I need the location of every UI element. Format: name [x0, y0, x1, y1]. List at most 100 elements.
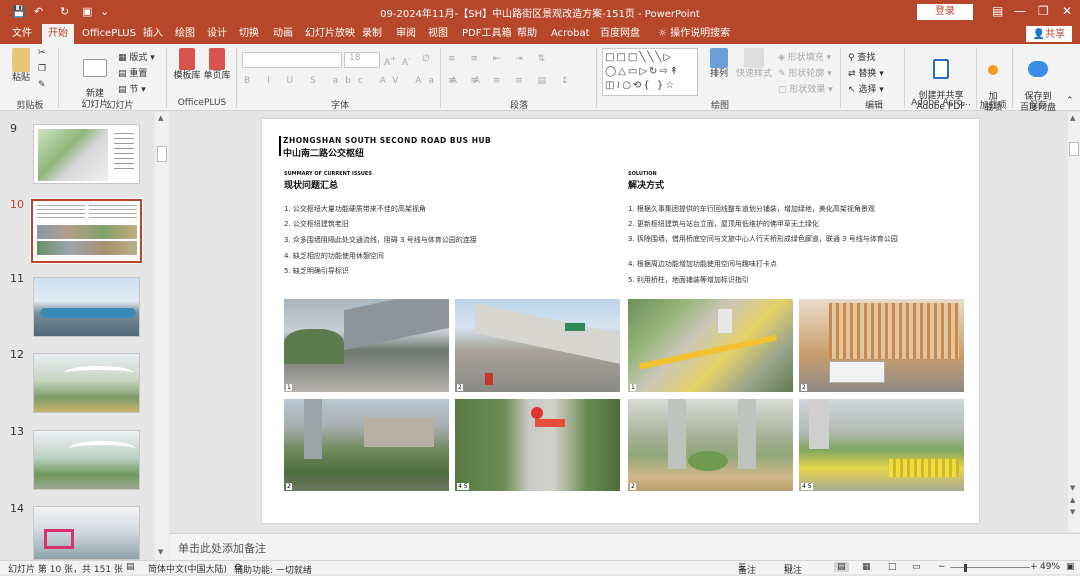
tab-slideshow[interactable]: 幻灯片放映	[299, 24, 361, 44]
tab-baidu[interactable]: 百度网盘	[594, 24, 646, 44]
slideshow-view-icon[interactable]: ▭	[912, 562, 921, 572]
reset-button[interactable]: ▤ 重置	[118, 66, 147, 79]
slide-thumb-14[interactable]	[33, 506, 140, 560]
photo-bus-hub-current[interactable]: 1	[284, 299, 449, 392]
slide-scrollbar[interactable]: ▲ ▼ ▲ ▼	[1068, 112, 1080, 532]
section-button[interactable]: ▤ 节 ▾	[118, 82, 146, 95]
photo-aerial-proposal[interactable]: 1	[628, 299, 793, 392]
scroll-down-icon[interactable]: ▼	[1070, 484, 1075, 492]
single-lib-button[interactable]: 单页库	[202, 48, 232, 82]
copy-icon[interactable]: ❐	[38, 64, 46, 74]
clipboard-group-label: 剪贴板	[16, 101, 44, 111]
officeplus-group-label: OfficePLUS	[177, 98, 227, 108]
slide-scroll-thumb[interactable]	[1069, 142, 1079, 156]
scroll-up-icon[interactable]: ▲	[1070, 114, 1075, 122]
next-slide-icon[interactable]: ▼	[1070, 508, 1075, 516]
zoom-slider[interactable]	[950, 567, 1030, 568]
ribbon-tabs: 文件 开始 OfficePLUS 插入 绘图 设计 切换 动画 幻灯片放映 录制…	[0, 24, 1080, 44]
zoom-level[interactable]: 49%	[1040, 562, 1060, 572]
tab-design[interactable]: 设计	[201, 24, 233, 44]
align-icons[interactable]: ≡ ≡ ≡ ≡ ▤ ↕	[448, 76, 575, 86]
title-bar: 💾 ↶ ↻ ▣ ⌄ 09-2024年11月-【SH】中山路街区景观改造方案-15…	[0, 0, 1080, 24]
ribbon-display-icon[interactable]: ▤	[992, 3, 1003, 19]
spell-check-icon[interactable]: ▤	[126, 562, 135, 572]
grow-font-icon[interactable]: A+	[384, 54, 396, 68]
quick-styles-button[interactable]: 快速样式	[734, 48, 774, 80]
font-name-input[interactable]	[242, 52, 342, 68]
zoom-in-icon[interactable]: +	[1030, 562, 1038, 572]
thumbnail-scroll-thumb[interactable]	[157, 146, 167, 162]
zoom-slider-handle[interactable]	[964, 564, 967, 572]
tell-me-search[interactable]: ☼ 操作说明搜索	[652, 24, 736, 44]
tab-animations[interactable]: 动画	[267, 24, 299, 44]
reading-view-icon[interactable]: □	[888, 562, 897, 572]
slide-thumb-11[interactable]	[33, 277, 140, 337]
drawing-group-label: 绘图	[710, 101, 729, 111]
shape-fill-button[interactable]: ◈ 形状填充 ▾	[778, 50, 831, 63]
tab-officeplus[interactable]: OfficePLUS	[76, 24, 142, 44]
list-indent-icons[interactable]: ≡ ≡ ⇤ ⇥ ⇅	[448, 54, 551, 64]
zoom-out-icon[interactable]: −	[938, 562, 946, 572]
slide-sorter-icon[interactable]: ▦	[862, 562, 871, 572]
photo-number: 1	[630, 384, 636, 391]
thumbnail-scrollbar[interactable]: ▲ ▼	[155, 112, 169, 560]
solution-item: 4. 根据周边功能增加功能使用空间与趣味打卡点	[628, 260, 777, 268]
tab-draw[interactable]: 绘图	[169, 24, 201, 44]
add-in-icon	[988, 65, 998, 75]
font-size-input[interactable]: 18	[344, 52, 380, 68]
minimize-icon[interactable]: —	[1014, 3, 1026, 19]
shapes-gallery[interactable]: □□□╲╲╲▷ ◯△▭▷↻⇨↟ ◫≀○⟲{ }☆	[602, 48, 698, 96]
normal-view-icon[interactable]: ▤	[834, 562, 849, 572]
photo-plaza-proposal[interactable]: 4 5	[799, 399, 964, 491]
slide-thumb-10[interactable]	[30, 198, 143, 264]
thumb-number: 9	[10, 122, 17, 135]
previous-slide-icon[interactable]: ▲	[1070, 496, 1075, 504]
tab-home[interactable]: 开始	[42, 24, 74, 44]
slide-thumb-9[interactable]	[33, 124, 140, 184]
tab-transitions[interactable]: 切换	[233, 24, 265, 44]
arrange-button[interactable]: 排列	[706, 48, 732, 80]
collapse-ribbon-icon[interactable]: ⌃	[1066, 96, 1074, 106]
layout-button[interactable]: ▦ 版式 ▾	[118, 50, 155, 63]
paste-button[interactable]: 粘贴	[6, 48, 36, 84]
fit-to-window-icon[interactable]: ▣	[1066, 562, 1075, 572]
photo-wall-barrier[interactable]: 2	[284, 399, 449, 491]
language-status[interactable]: 简体中文(中国大陆)	[148, 562, 227, 575]
notes-pane[interactable]: 单击此处添加备注	[170, 533, 1080, 560]
shrink-font-icon[interactable]: A-	[402, 54, 411, 68]
slide-title-en: ZHONGSHAN SOUTH SECOND ROAD BUS HUB	[283, 136, 492, 145]
tab-pdf-toolbox[interactable]: PDF工具箱	[456, 24, 517, 44]
tab-insert[interactable]: 插入	[137, 24, 169, 44]
cut-icon[interactable]: ✂	[38, 48, 46, 58]
photo-building-facade-proposal[interactable]: 2	[799, 299, 964, 392]
clear-format-icon[interactable]: ∅	[422, 54, 430, 64]
slide-thumb-13[interactable]	[33, 430, 140, 490]
shape-effect-button[interactable]: ▢ 形状效果 ▾	[778, 82, 833, 95]
photo-number: 2	[630, 483, 636, 490]
tab-file[interactable]: 文件	[6, 24, 38, 44]
slide-canvas[interactable]: ZHONGSHAN SOUTH SECOND ROAD BUS HUB 中山南二…	[262, 119, 979, 523]
restore-icon[interactable]: ❐	[1038, 3, 1049, 19]
photo-old-building[interactable]: 2	[455, 299, 620, 392]
tab-help[interactable]: 帮助	[511, 24, 543, 44]
share-button[interactable]: 👤共享	[1026, 26, 1072, 42]
quick-styles-icon	[744, 48, 764, 68]
photo-street-signage[interactable]: 4 5	[455, 399, 620, 491]
tab-record[interactable]: 录制	[356, 24, 388, 44]
photo-under-bridge-proposal[interactable]: 2	[628, 399, 793, 491]
replace-button[interactable]: ⇄ 替换 ▾	[848, 66, 884, 79]
template-lib-button[interactable]: 模板库	[172, 48, 202, 82]
format-painter-icon[interactable]: ✎	[38, 80, 46, 90]
thumb-number: 11	[10, 272, 24, 285]
tab-view[interactable]: 视图	[422, 24, 454, 44]
scroll-up-icon[interactable]: ▲	[158, 114, 163, 122]
login-button[interactable]: 登录	[917, 4, 973, 20]
close-icon[interactable]: ✕	[1062, 3, 1072, 19]
slide-thumb-12[interactable]	[33, 353, 140, 413]
tab-review[interactable]: 审阅	[390, 24, 422, 44]
scroll-down-icon[interactable]: ▼	[158, 548, 163, 556]
shape-outline-button[interactable]: ✎ 形状轮廓 ▾	[778, 66, 832, 79]
select-button[interactable]: ↖ 选择 ▾	[848, 82, 884, 95]
find-button[interactable]: ⚲ 查找	[848, 50, 875, 63]
tab-acrobat[interactable]: Acrobat	[545, 24, 596, 44]
